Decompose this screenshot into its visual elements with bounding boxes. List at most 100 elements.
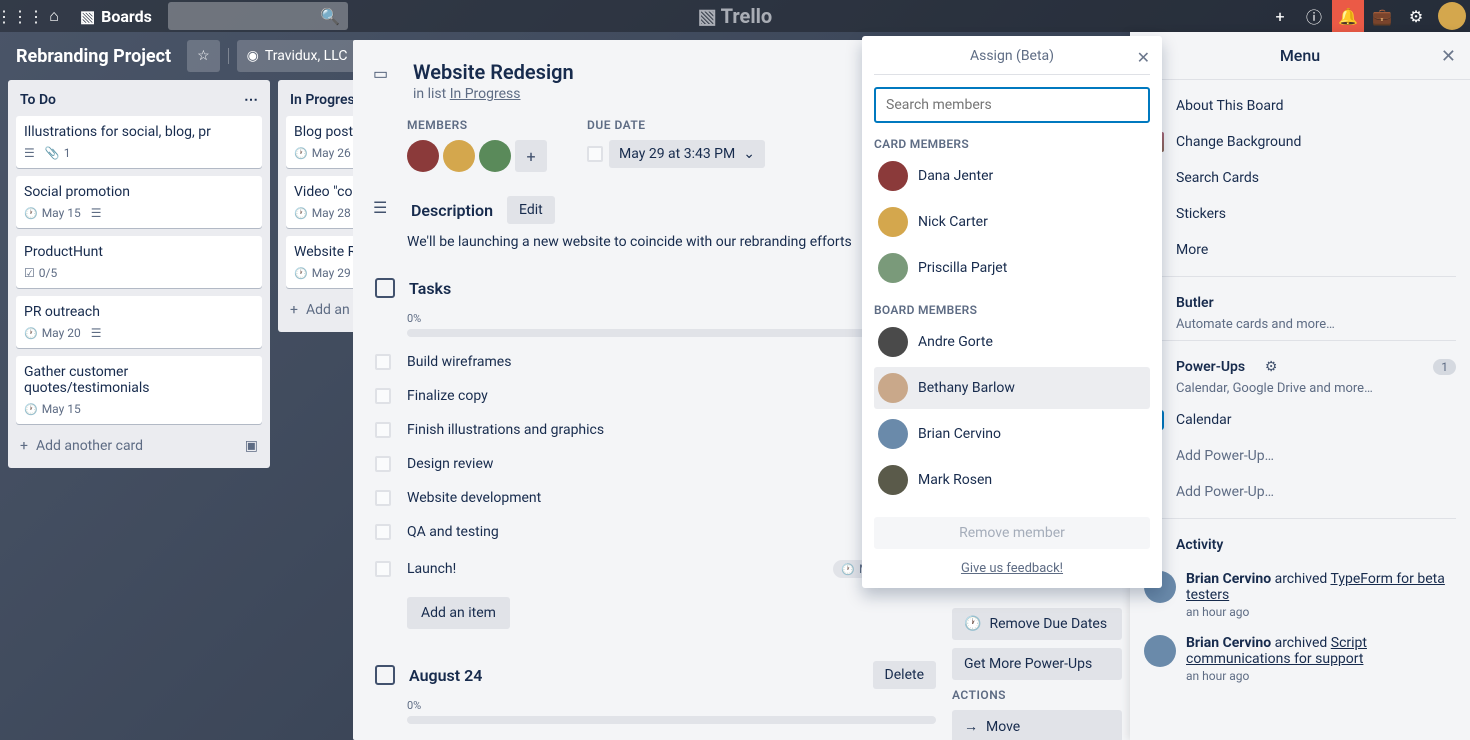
checklist-item[interactable]: QA and testing May 25 (407, 515, 936, 549)
member-avatar[interactable] (479, 140, 511, 172)
activity-item: Brian Cervino archived TypeForm for beta… (1130, 563, 1470, 627)
checkbox[interactable] (375, 524, 391, 540)
avatar (878, 465, 908, 495)
add-member-button[interactable]: + (515, 140, 547, 172)
checklist-progress-percent: 0% (407, 699, 936, 712)
checklist-item[interactable]: Launch! May 29 (407, 549, 936, 589)
member-item[interactable]: Bethany Barlow (874, 367, 1150, 409)
member-item[interactable]: Andre Gorte (874, 321, 1150, 363)
checklist-progress-bar (407, 329, 936, 337)
menu-label: Activity (1176, 537, 1223, 553)
edit-description-button[interactable]: Edit (507, 196, 555, 224)
duedate-text: May 29 at 3:43 PM (619, 146, 735, 162)
member-name: Andre Gorte (918, 334, 993, 350)
feedback-link[interactable]: Give us feedback! (961, 561, 1063, 576)
gear-icon[interactable]: ⚙ (1261, 357, 1281, 377)
member-item[interactable]: Priscilla Parjet (874, 247, 1150, 289)
avatar (878, 207, 908, 237)
checkbox[interactable] (375, 388, 391, 404)
member-item[interactable]: Dana Jenter (874, 155, 1150, 197)
list-link[interactable]: In Progress (450, 86, 521, 102)
menu-add-powerup[interactable]: Add Power-Up… (1130, 474, 1470, 510)
checklist-title[interactable]: Tasks (409, 279, 451, 298)
checklist-item[interactable]: Finish illustrations and graphics May 15 (407, 413, 936, 447)
checkbox[interactable] (375, 456, 391, 472)
actions-label: ACTIONS (952, 688, 1122, 702)
menu-label: Add Power-Up… (1176, 484, 1274, 500)
menu-label: Change Background (1176, 134, 1301, 150)
checklist-title[interactable]: August 24 (409, 666, 482, 685)
avatar (878, 373, 908, 403)
menu-background[interactable]: Change Background (1130, 124, 1470, 160)
avatar[interactable] (1144, 635, 1176, 667)
remove-due-dates-button[interactable]: 🕐 Remove Due Dates (952, 608, 1122, 640)
menu-add-powerup[interactable]: Add Power-Up… (1130, 438, 1470, 474)
menu-activity[interactable]: ☰Activity (1130, 527, 1470, 563)
description-title: Description (411, 201, 493, 220)
menu-calendar[interactable]: 📅Calendar (1130, 402, 1470, 438)
description-text[interactable]: We'll be launching a new website to coin… (407, 234, 936, 250)
get-powerups-button[interactable]: Get More Power-Ups (952, 648, 1122, 680)
member-name: Nick Carter (918, 214, 988, 230)
member-item[interactable]: Nick Carter (874, 201, 1150, 243)
member-avatar[interactable] (443, 140, 475, 172)
powerups-subtitle: Calendar, Google Drive and more… (1130, 381, 1470, 396)
menu-label: Butler (1176, 295, 1214, 311)
clock-icon: 🕐 (964, 616, 981, 632)
menu-more[interactable]: ⋯More (1130, 232, 1470, 268)
checkbox[interactable] (375, 561, 391, 577)
activity-time: an hour ago (1186, 605, 1456, 619)
duedate-button[interactable]: May 29 at 3:43 PM ⌄ (609, 140, 765, 168)
checklist-item[interactable]: Build wireframes May 6 (407, 345, 936, 379)
checkbox[interactable] (375, 354, 391, 370)
activity-time: an hour ago (1186, 669, 1456, 683)
avatar (878, 419, 908, 449)
checklist-item-text: Finish illustrations and graphics (407, 422, 604, 438)
card-members-label: CARD MEMBERS (874, 137, 1150, 151)
checklist-item[interactable]: Website development May 21 (407, 481, 936, 515)
card-title[interactable]: Website Redesign (413, 60, 574, 84)
card-list-location: in list In Progress (413, 86, 574, 102)
close-icon[interactable]: ✕ (1441, 46, 1456, 67)
move-button[interactable]: → Move (952, 710, 1122, 740)
member-name: Dana Jenter (918, 168, 993, 184)
avatar (878, 161, 908, 191)
side-btn-label: Move (986, 719, 1020, 735)
delete-checklist-button[interactable]: Delete (873, 661, 936, 689)
duedate-checkbox[interactable] (587, 146, 603, 162)
menu-butler[interactable]: 🤵Butler (1130, 285, 1470, 321)
member-avatar[interactable] (407, 140, 439, 172)
member-item[interactable]: Brian Cervino (874, 413, 1150, 455)
arrow-right-icon: → (964, 718, 978, 735)
members-label: MEMBERS (407, 118, 547, 132)
menu-powerups[interactable]: 🚀Power-Ups⚙1 (1130, 349, 1470, 385)
checklist-item-text: Build wireframes (407, 354, 511, 370)
menu-about[interactable]: ▧About This Board (1130, 88, 1470, 124)
close-icon[interactable]: ✕ (1137, 48, 1150, 67)
checkbox[interactable] (375, 422, 391, 438)
checklist-item[interactable]: Design review May 19 (407, 447, 936, 481)
menu-label: About This Board (1176, 98, 1283, 114)
checklist-item-text: Launch! (407, 561, 456, 577)
activity-item: Brian Cervino archived Script communicat… (1130, 627, 1470, 691)
checkbox[interactable] (375, 490, 391, 506)
menu-search[interactable]: 🔍Search Cards (1130, 160, 1470, 196)
member-name: Priscilla Parjet (918, 260, 1007, 276)
menu-label: Search Cards (1176, 170, 1259, 186)
description-icon: ☰ (373, 198, 397, 222)
search-members-input[interactable] (874, 87, 1150, 123)
add-checklist-item-button[interactable]: Add an item (407, 597, 510, 629)
menu-stickers[interactable]: ☺Stickers (1130, 196, 1470, 232)
member-name: Bethany Barlow (918, 380, 1015, 396)
menu-title: Menu (1280, 46, 1320, 65)
menu-label: Calendar (1176, 412, 1232, 428)
menu-label: Stickers (1176, 206, 1226, 222)
avatar (878, 253, 908, 283)
card-icon: ▭ (373, 64, 397, 83)
popover-title: Assign (Beta) (970, 48, 1054, 64)
checklist-item[interactable]: Finalize copy May 11 (407, 379, 936, 413)
remove-member-button[interactable]: Remove member (874, 517, 1150, 549)
checklist-icon (375, 665, 395, 685)
checklist-item-text: Design review (407, 456, 493, 472)
member-item[interactable]: Mark Rosen (874, 459, 1150, 501)
